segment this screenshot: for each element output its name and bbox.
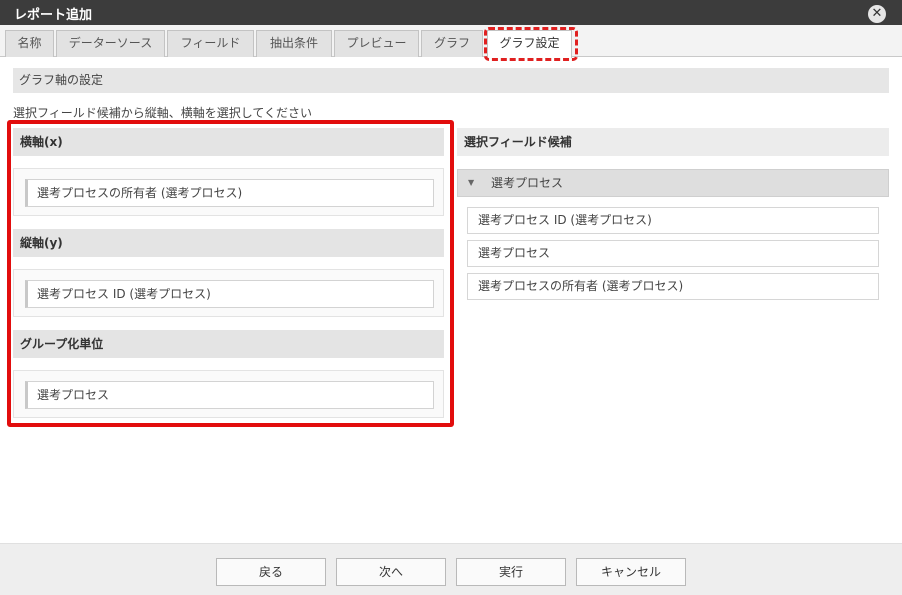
candidate-category-label: 選考プロセス	[491, 176, 564, 190]
tab-field[interactable]: フィールド	[167, 30, 254, 57]
run-button[interactable]: 実行	[456, 558, 566, 586]
back-button[interactable]: 戻る	[216, 558, 326, 586]
x-axis-dropzone[interactable]: 選考プロセスの所有者 (選考プロセス)	[13, 168, 444, 216]
y-axis-field[interactable]: 選考プロセス ID (選考プロセス)	[25, 280, 434, 308]
group-unit-field[interactable]: 選考プロセス	[25, 381, 434, 409]
section-title: グラフ軸の設定	[13, 68, 889, 93]
close-icon[interactable]: ✕	[868, 5, 886, 23]
tab-graph[interactable]: グラフ	[421, 30, 483, 57]
group-unit-dropzone[interactable]: 選考プロセス	[13, 370, 444, 418]
candidates-header: 選択フィールド候補	[457, 128, 889, 156]
tab-name[interactable]: 名称	[5, 30, 54, 57]
dialog-title: レポート追加	[14, 8, 93, 23]
y-axis-header: 縦軸(y)	[13, 229, 444, 257]
dialog-titlebar: レポート追加 ✕	[0, 0, 902, 25]
next-button[interactable]: 次へ	[336, 558, 446, 586]
tab-bar: 名称 データーソース フィールド 抽出条件 プレビュー グラフ グラフ設定	[0, 25, 902, 58]
candidate-item[interactable]: 選考プロセスの所有者 (選考プロセス)	[467, 273, 879, 300]
group-unit-header: グループ化単位	[13, 330, 444, 358]
candidate-category[interactable]: ▼ 選考プロセス	[457, 169, 889, 197]
tab-datasource[interactable]: データーソース	[56, 30, 165, 57]
tab-graph-settings[interactable]: グラフ設定	[487, 30, 572, 58]
y-axis-dropzone[interactable]: 選考プロセス ID (選考プロセス)	[13, 269, 444, 317]
candidate-item[interactable]: 選考プロセス	[467, 240, 879, 267]
cancel-button[interactable]: キャンセル	[576, 558, 686, 586]
x-axis-header: 横軸(x)	[13, 128, 444, 156]
candidate-item[interactable]: 選考プロセス ID (選考プロセス)	[467, 207, 879, 234]
instruction-text: 選択フィールド候補から縦軸、横軸を選択してください	[13, 106, 313, 120]
tab-preview[interactable]: プレビュー	[334, 30, 419, 57]
x-axis-field[interactable]: 選考プロセスの所有者 (選考プロセス)	[25, 179, 434, 207]
caret-down-icon[interactable]: ▼	[468, 170, 474, 196]
dialog-footer	[0, 543, 902, 595]
tab-filter[interactable]: 抽出条件	[256, 30, 332, 57]
